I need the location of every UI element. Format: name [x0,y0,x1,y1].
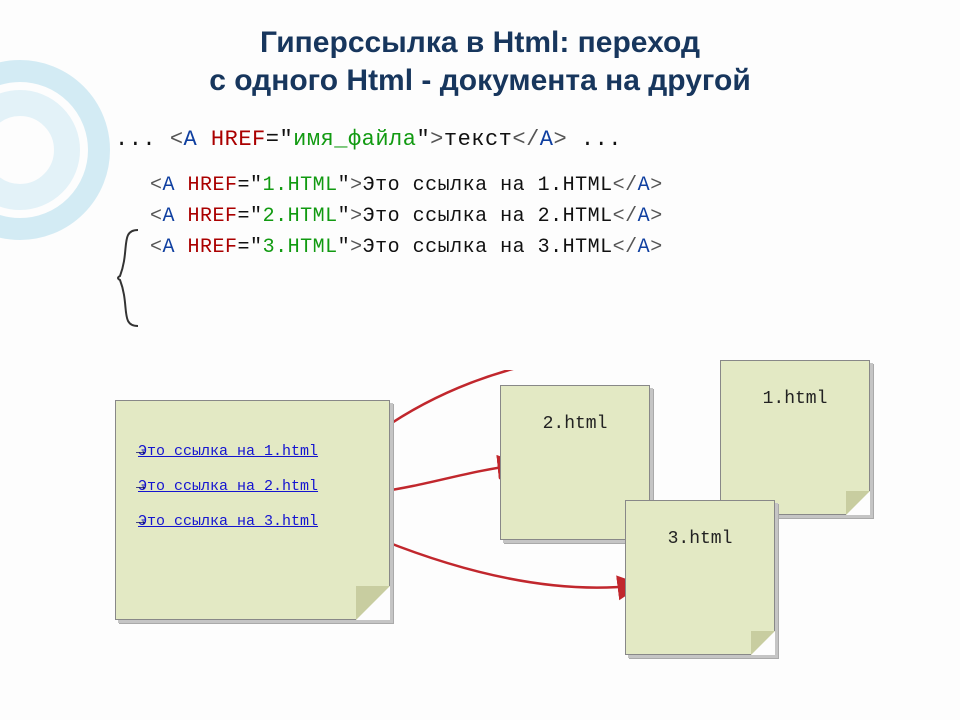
gt2: > [554,127,568,152]
text3: Это ссылка на 3.HTML [363,236,613,259]
curly-brace-icon [102,228,142,328]
file2: 2.HTML [263,205,338,228]
slide-title: Гиперссылка в Html: переход с одного Htm… [0,0,960,99]
example-row: <A HREF="2.HTML">Это ссылка на 2.HTML</A… [150,201,960,232]
link-text: текст [444,127,513,152]
hyperlink-3[interactable]: Это ссылка на 3.html [138,513,375,530]
title-line1: Гиперссылка в Html: переход [260,26,700,59]
arrow-inline-icon: → [136,443,145,460]
text1: Это ссылка на 1.HTML [363,174,613,197]
link-row: → Это ссылка на 2.html [138,478,375,495]
dots2: ... [567,127,622,152]
target-document-3: 3.html [625,500,775,655]
quote: " [279,127,293,152]
page-corner-fold-icon [751,631,775,655]
source-document: → Это ссылка на 1.html → Это ссылка на 2… [115,400,390,620]
tag-a-close: A [540,127,554,152]
tag-a: A [184,127,211,152]
arrow-inline-icon: → [136,513,145,530]
attr-href: HREF [211,127,266,152]
link-row: → Это ссылка на 3.html [138,513,375,530]
text2: Это ссылка на 2.HTML [363,205,613,228]
target-label: 2.html [543,414,608,434]
link-diagram: → Это ссылка на 1.html → Это ссылка на 2… [0,370,960,700]
example-row: <A HREF="3.HTML">Это ссылка на 3.HTML</A… [150,232,960,263]
example-row: <A HREF="1.HTML">Это ссылка на 1.HTML</A… [150,170,960,201]
title-line2: с одного Html - документа на другой [209,64,751,97]
gt: > [430,127,444,152]
anchor-syntax-template: ... <A HREF="имя_файла">текст</A> ... [115,127,960,152]
code-examples: <A HREF="1.HTML">Это ссылка на 1.HTML</A… [150,170,960,263]
equals: = [266,127,280,152]
target-document-1: 1.html [720,360,870,515]
file1: 1.HTML [263,174,338,197]
hyperlink-1[interactable]: Это ссылка на 1.html [138,443,375,460]
filename: имя_файла [293,127,416,152]
page-corner-fold-icon [846,491,870,515]
quote2: " [416,127,430,152]
page-corner-fold-icon [356,586,390,620]
link-row: → Это ссылка на 1.html [138,443,375,460]
file3: 3.HTML [263,236,338,259]
dots: ... [115,127,170,152]
arrow-inline-icon: → [136,478,145,495]
target-label: 3.html [668,529,733,549]
hyperlink-2[interactable]: Это ссылка на 2.html [138,478,375,495]
target-label: 1.html [763,389,828,409]
